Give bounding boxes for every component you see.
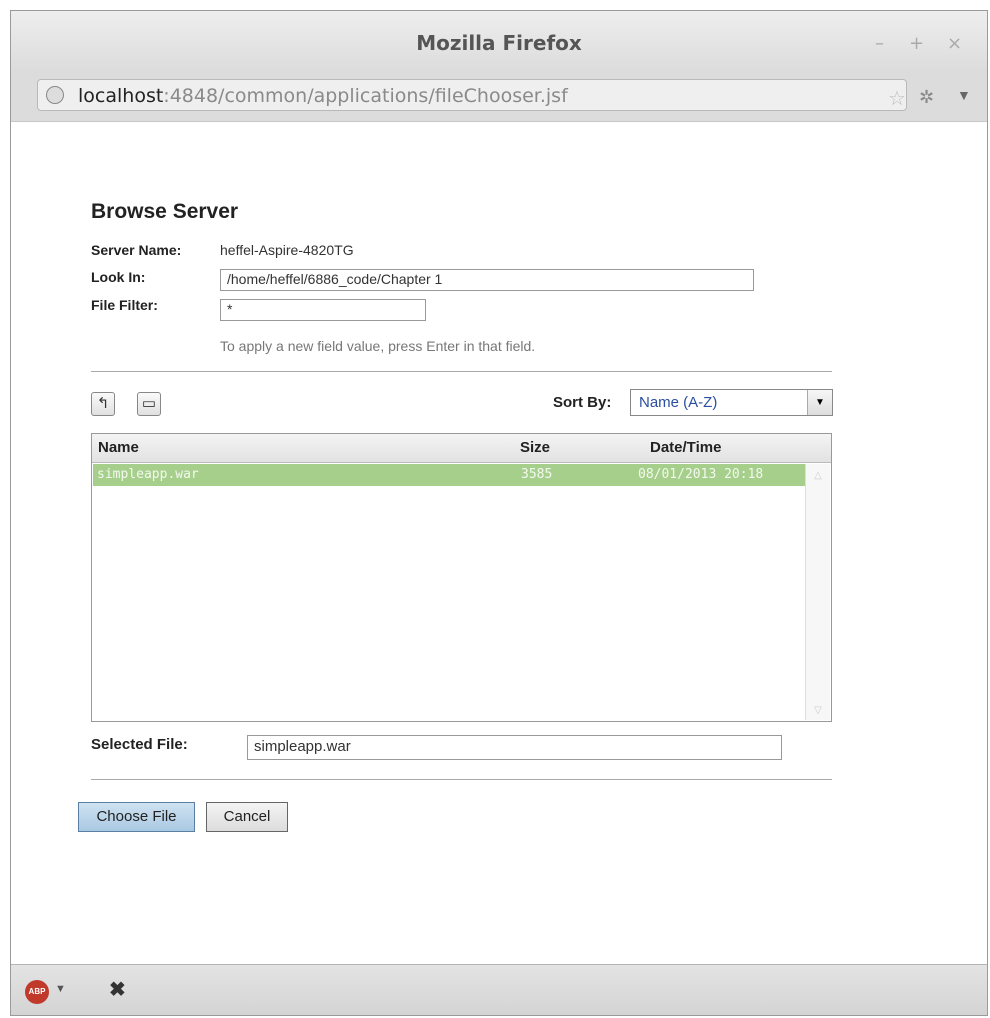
new-folder-icon: ▭ [141, 395, 157, 412]
file-list-header: Name Size Date/Time [92, 434, 831, 463]
url-host: localhost [78, 85, 164, 107]
divider [91, 371, 832, 372]
scroll-up-icon[interactable]: △ [806, 470, 830, 481]
close-button[interactable]: × [947, 33, 962, 54]
selected-file-label: Selected File: [91, 736, 188, 753]
window-title: Mozilla Firefox [416, 31, 582, 55]
sort-by-label: Sort By: [553, 394, 612, 411]
hint-text: To apply a new field value, press Enter … [220, 338, 536, 354]
bookmark-star-icon[interactable]: ☆ [888, 86, 906, 111]
selected-file-input[interactable]: simpleapp.war [247, 735, 782, 760]
navigation-bar: localhost:4848/common/applications/fileC… [11, 71, 987, 122]
file-filter-input[interactable]: * [220, 299, 426, 321]
url-text[interactable]: localhost:4848/common/applications/fileC… [78, 85, 568, 107]
new-folder-button[interactable]: ▭ [137, 392, 161, 416]
file-list-scrollbar[interactable]: △ ▽ [805, 464, 830, 720]
up-folder-icon: ↰ [96, 395, 110, 412]
dropdown-arrow-icon[interactable]: ▼ [807, 390, 832, 415]
column-header-size[interactable]: Size [520, 439, 550, 456]
choose-file-button[interactable]: Choose File [78, 802, 195, 832]
row-name: simpleapp.war [97, 467, 199, 482]
url-path: :4848/common/applications/fileChooser.js… [163, 85, 568, 107]
menu-arrow-icon[interactable]: ▼ [957, 87, 971, 103]
status-bar: ABP ▼ ✖ [11, 964, 987, 1015]
chevron-down-icon[interactable]: ▼ [55, 983, 66, 995]
column-header-datetime[interactable]: Date/Time [650, 439, 721, 456]
page-content: Browse Server Server Name: heffel-Aspire… [11, 122, 987, 965]
cancel-button[interactable]: Cancel [206, 802, 288, 832]
server-name-label: Server Name: [91, 242, 182, 258]
row-size: 3585 [521, 467, 553, 482]
page-title: Browse Server [91, 200, 239, 223]
up-folder-button[interactable]: ↰ [91, 392, 115, 416]
maximize-button[interactable]: + [909, 33, 924, 54]
title-bar: Mozilla Firefox – + × [11, 11, 987, 71]
sort-by-select[interactable]: Name (A-Z) ▼ [630, 389, 833, 416]
file-filter-label: File Filter: [91, 297, 158, 313]
minimize-button[interactable]: – [875, 33, 884, 54]
server-name-value: heffel-Aspire-4820TG [220, 242, 354, 258]
sort-by-value: Name (A-Z) [639, 394, 718, 411]
look-in-label: Look In: [91, 269, 146, 285]
row-datetime: 08/01/2013 20:18 [638, 467, 764, 482]
divider [91, 779, 832, 780]
globe-icon [46, 86, 64, 104]
table-row[interactable]: simpleapp.war 3585 08/01/2013 20:18 [93, 464, 805, 486]
file-list: Name Size Date/Time simpleapp.war 3585 0… [91, 433, 832, 722]
look-in-input[interactable]: /home/heffel/6886_code/Chapter 1 [220, 269, 754, 291]
column-header-name[interactable]: Name [98, 439, 139, 456]
url-bar[interactable]: localhost:4848/common/applications/fileC… [37, 79, 907, 111]
browser-window: Mozilla Firefox – + × localhost:4848/com… [10, 10, 988, 1016]
adblock-icon[interactable]: ABP [25, 980, 49, 1004]
addon-icon[interactable]: ✲ [919, 87, 934, 108]
close-x-icon[interactable]: ✖ [109, 977, 126, 1002]
scroll-down-icon[interactable]: ▽ [806, 705, 830, 716]
